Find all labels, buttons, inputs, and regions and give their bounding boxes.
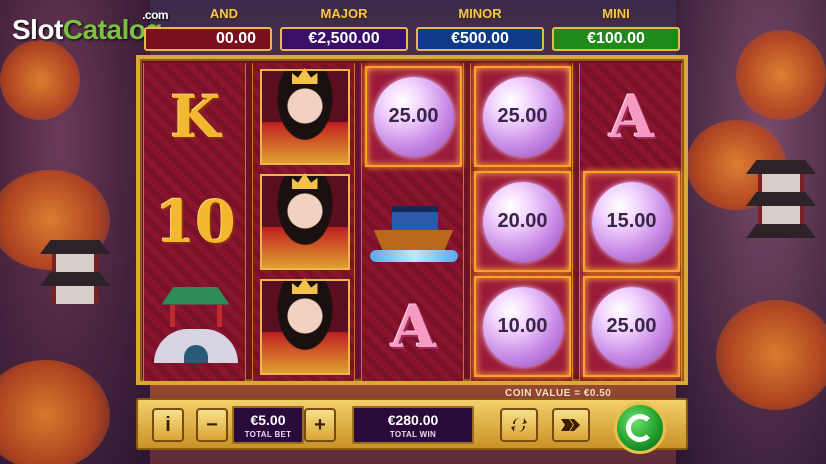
watermark-slot-text: Slot [12,14,63,45]
orb-value: 20.00 [497,210,548,232]
jackpot-minor: MINOR €500.00 [416,6,544,52]
reel-symbol-empress [256,171,353,272]
slotcatalog-watermark: SlotCatalog .com [12,8,169,46]
jackpot-mini-label: MINI [602,6,630,21]
empress-icon [259,173,350,270]
symbol-letter: A [390,292,436,361]
bridge-icon [150,281,242,373]
autumn-leaves-decoration [0,40,80,120]
orb-value: 15.00 [606,210,657,232]
reel-symbol-orb: 20.00 [474,171,571,272]
jackpot-grand-value: 00.00 [144,27,272,51]
background-right-scenery [676,0,826,464]
jackpot-major-value: €2,500.00 [280,27,408,51]
reel-symbol-orb: 10.00 [474,276,571,377]
reel-4: 25.00 20.00 10.00 [470,63,573,381]
reel-symbol-orb: 25.00 [474,66,571,167]
pearl-orb-icon: 15.00 [591,181,672,262]
reel-symbol-a: A [365,276,462,377]
info-button[interactable]: i [152,408,184,442]
pearl-orb-icon: 25.00 [373,76,454,157]
reel-symbol-bridge [147,276,244,377]
control-bar: i − €5.00 TOTAL BET + €280.00 TOTAL WIN [136,398,688,454]
reel-symbol-boat [365,171,462,272]
jackpot-minor-label: MINOR [458,6,502,21]
total-bet-value: €5.00 [250,412,286,428]
plus-icon: + [314,413,326,436]
jackpot-mini-value: €100.00 [552,27,680,51]
reel-grid: K 10 25.00 A 25.00 20.00 10.00 A 15.00 2… [136,55,688,385]
pagoda-decoration [746,160,816,250]
reel-symbol-a: A [583,66,680,167]
empress-icon [259,278,350,375]
symbol-letter: A [608,82,654,151]
autumn-leaves-decoration [716,300,826,410]
minus-icon: − [206,413,218,436]
autoplay-button[interactable] [500,408,538,442]
reel-symbol-empress [256,66,353,167]
boat-icon [369,182,458,262]
jackpot-mini: MINI €100.00 [552,6,680,52]
total-bet-display: €5.00 TOTAL BET [232,406,304,444]
pearl-orb-icon: 25.00 [482,76,563,157]
reel-symbol-orb: 25.00 [365,66,462,167]
jackpot-major-label: MAJOR [320,6,368,21]
autoplay-icon [511,418,527,432]
spin-icon [626,414,654,442]
jackpot-major: MAJOR €2,500.00 [280,6,408,52]
orb-value: 25.00 [388,105,439,127]
reel-symbol-k: K [147,66,244,167]
orb-value: 10.00 [497,315,548,337]
pagoda-decoration [40,240,110,330]
reel-1: K 10 [143,63,246,381]
pearl-orb-icon: 25.00 [591,286,672,367]
total-win-value: €280.00 [387,412,439,428]
background-left-scenery [0,0,150,464]
jackpot-grand-label: AND [209,6,238,21]
pearl-orb-icon: 10.00 [482,286,563,367]
empress-icon [259,68,350,165]
pearl-orb-icon: 20.00 [482,181,563,262]
spin-button[interactable] [614,402,666,454]
total-win-label: TOTAL WIN [389,430,437,439]
jackpot-minor-value: €500.00 [416,27,544,51]
orb-value: 25.00 [606,315,657,337]
autumn-leaves-decoration [736,30,826,120]
decrease-bet-button[interactable]: − [196,408,228,442]
total-bet-label: TOTAL BET [244,430,292,439]
reel-symbol-orb: 15.00 [583,171,680,272]
symbol-letter: K [170,82,221,151]
jackpot-grand: AND 00.00 [144,6,272,52]
reel-symbol-10: 10 [147,171,244,272]
reel-symbol-orb: 25.00 [583,276,680,377]
reel-5: A 15.00 25.00 [579,63,682,381]
symbol-letter: 10 [155,187,236,256]
increase-bet-button[interactable]: + [304,408,336,442]
info-icon: i [165,413,171,436]
reel-2 [252,63,355,381]
turbo-button[interactable] [552,408,590,442]
reel-symbol-empress [256,276,353,377]
total-win-display: €280.00 TOTAL WIN [352,406,474,444]
autumn-leaves-decoration [0,360,110,464]
reel-3: 25.00 A [361,63,464,381]
orb-value: 25.00 [497,105,548,127]
turbo-icon [561,419,580,431]
